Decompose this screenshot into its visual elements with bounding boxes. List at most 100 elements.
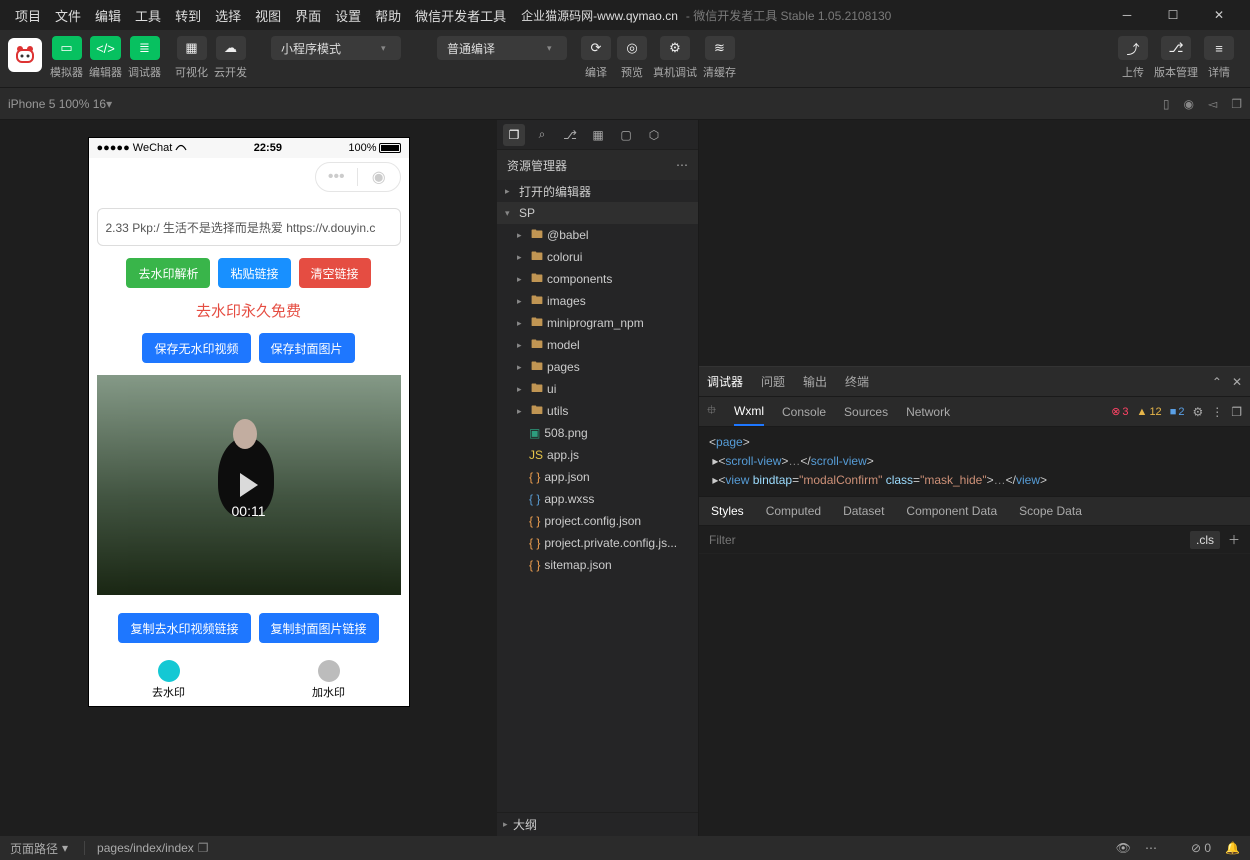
file-sitemap.json[interactable]: { } sitemap.json <box>497 554 698 576</box>
folder-colorui[interactable]: ▸🖿 colorui <box>497 246 698 268</box>
ext-icon[interactable]: ▦ <box>587 124 609 146</box>
bug-icon[interactable]: ⬡ <box>643 124 665 146</box>
bell-icon[interactable]: 🔔 <box>1225 841 1240 855</box>
file-project.private.config.js...[interactable]: { } project.private.config.js... <box>497 532 698 554</box>
gear-icon[interactable]: ⚙ <box>1192 405 1203 419</box>
menu-goto[interactable]: 转到 <box>168 6 208 25</box>
menu-file[interactable]: 文件 <box>48 6 88 25</box>
run-icon[interactable]: ▢ <box>615 124 637 146</box>
tab-problems[interactable]: 问题 <box>761 373 785 390</box>
window-close[interactable]: ✕ <box>1196 0 1242 30</box>
send-icon[interactable]: ◅ <box>1208 97 1217 111</box>
compile-button[interactable]: ⟳ <box>581 36 611 60</box>
record-icon[interactable]: ◉ <box>1184 97 1194 111</box>
eye-icon[interactable]: 👁 <box>1116 841 1131 855</box>
more-icon[interactable]: ⋯ <box>676 158 688 172</box>
file-508.png[interactable]: ▣ 508.png <box>497 422 698 444</box>
tab-compdata[interactable]: Component Data <box>906 504 997 518</box>
root-section[interactable]: ▾SP <box>497 202 698 224</box>
route-label[interactable]: 页面路径▾ <box>10 840 68 857</box>
new-rule-icon[interactable]: ＋ <box>1228 531 1240 548</box>
parse-button[interactable]: 去水印解析 <box>126 258 210 288</box>
tab-network[interactable]: Network <box>906 405 950 419</box>
tab-remove[interactable]: 去水印 <box>152 660 185 700</box>
tab-scopedata[interactable]: Scope Data <box>1019 504 1082 518</box>
device-select[interactable]: iPhone 5 100% 16 <box>8 97 106 111</box>
tab-output[interactable]: 输出 <box>803 373 827 390</box>
menu-edit[interactable]: 编辑 <box>88 6 128 25</box>
files-icon[interactable]: ❐ <box>503 124 525 146</box>
tab-debugger[interactable]: 调试器 <box>707 373 743 390</box>
clear-button[interactable]: 清空链接 <box>299 258 371 288</box>
chevron-up-icon[interactable]: ⌃ <box>1212 375 1222 389</box>
save-cover-button[interactable]: 保存封面图片 <box>259 333 355 363</box>
warn-badge[interactable]: ▲ 12 <box>1137 406 1162 418</box>
file-app.wxss[interactable]: { } app.wxss <box>497 488 698 510</box>
outline-section[interactable]: ▸大纲 <box>497 812 698 836</box>
cls-toggle[interactable]: .cls <box>1190 531 1220 549</box>
visual-toggle[interactable]: ▦ <box>177 36 207 60</box>
git-icon[interactable]: ⎇ <box>559 124 581 146</box>
cloud-dev[interactable]: ☁ <box>216 36 246 60</box>
capsule-menu[interactable]: ••• <box>316 168 358 186</box>
compile-select[interactable]: 普通编译▾ <box>437 36 567 60</box>
debugger-toggle[interactable]: ≣ <box>130 36 160 60</box>
folder-utils[interactable]: ▸🖿 utils <box>497 400 698 422</box>
tab-wxml[interactable]: Wxml <box>734 397 764 426</box>
clear-cache-button[interactable]: ≋ <box>705 36 735 60</box>
menu-tools[interactable]: 工具 <box>128 6 168 25</box>
tab-styles[interactable]: Styles <box>711 504 744 518</box>
simulator-toggle[interactable]: ▭ <box>52 36 82 60</box>
status-more-icon[interactable]: ⋯ <box>1145 841 1157 855</box>
file-app.js[interactable]: JS app.js <box>497 444 698 466</box>
open-editors-section[interactable]: ▸打开的编辑器 <box>497 180 698 202</box>
paste-button[interactable]: 粘贴链接 <box>218 258 290 288</box>
error-badge[interactable]: ⊗ 3 <box>1111 405 1128 418</box>
file-project.config.json[interactable]: { } project.config.json <box>497 510 698 532</box>
menu-interface[interactable]: 界面 <box>288 6 328 25</box>
folder-miniprogram_npm[interactable]: ▸🖿 miniprogram_npm <box>497 312 698 334</box>
info-badge[interactable]: ■ 2 <box>1170 406 1185 418</box>
menu-view[interactable]: 视图 <box>248 6 288 25</box>
route-path[interactable]: pages/index/index❐ <box>97 841 209 855</box>
menu-select[interactable]: 选择 <box>208 6 248 25</box>
tab-computed[interactable]: Computed <box>766 504 821 518</box>
tab-terminal[interactable]: 终端 <box>845 373 869 390</box>
warning-icon[interactable]: ⊘ 0 <box>1191 841 1211 855</box>
window-minimize[interactable]: ─ <box>1104 0 1150 30</box>
url-input[interactable]: 2.33 Pkp:/ 生活不是选择而是热爱 https://v.douyin.c <box>97 208 401 246</box>
save-video-button[interactable]: 保存无水印视频 <box>142 333 250 363</box>
upload-button[interactable]: ⤴ <box>1118 36 1148 60</box>
inspect-icon[interactable]: ⯐ <box>707 401 716 422</box>
folder-model[interactable]: ▸🖿 model <box>497 334 698 356</box>
real-device-button[interactable]: ⚙ <box>660 36 690 60</box>
folder-pages[interactable]: ▸🖿 pages <box>497 356 698 378</box>
copy-icon[interactable]: ❐ <box>1231 97 1242 111</box>
copy-video-button[interactable]: 复制去水印视频链接 <box>118 613 250 643</box>
styles-filter-input[interactable] <box>709 533 1184 547</box>
dom-tree[interactable]: <page> ▸<scroll-view>…</scroll-view> ▸<v… <box>699 427 1250 496</box>
tab-console[interactable]: Console <box>782 405 826 419</box>
more-icon[interactable]: ⋮ <box>1211 405 1223 419</box>
menu-wx-devtools[interactable]: 微信开发者工具 <box>408 6 513 25</box>
folder-@babel[interactable]: ▸🖿 @babel <box>497 224 698 246</box>
tab-dataset[interactable]: Dataset <box>843 504 884 518</box>
search-icon[interactable]: ⌕ <box>531 124 553 146</box>
window-maximize[interactable]: ☐ <box>1150 0 1196 30</box>
folder-components[interactable]: ▸🖿 components <box>497 268 698 290</box>
preview-button[interactable]: ◎ <box>617 36 647 60</box>
editor-toggle[interactable]: </> <box>90 36 121 60</box>
details-button[interactable]: ≡ <box>1204 36 1234 60</box>
copy-cover-button[interactable]: 复制封面图片链接 <box>259 613 379 643</box>
folder-images[interactable]: ▸🖿 images <box>497 290 698 312</box>
mode-select[interactable]: 小程序模式▾ <box>271 36 401 60</box>
menu-project[interactable]: 项目 <box>8 6 48 25</box>
tab-sources[interactable]: Sources <box>844 405 888 419</box>
file-app.json[interactable]: { } app.json <box>497 466 698 488</box>
capsule-close[interactable]: ◉ <box>358 167 400 187</box>
screenshot-icon[interactable]: ▯ <box>1163 97 1170 111</box>
version-button[interactable]: ⎇ <box>1161 36 1191 60</box>
dock-icon[interactable]: ❐ <box>1231 405 1242 419</box>
close-icon[interactable]: ✕ <box>1232 375 1242 389</box>
menu-help[interactable]: 帮助 <box>368 6 408 25</box>
